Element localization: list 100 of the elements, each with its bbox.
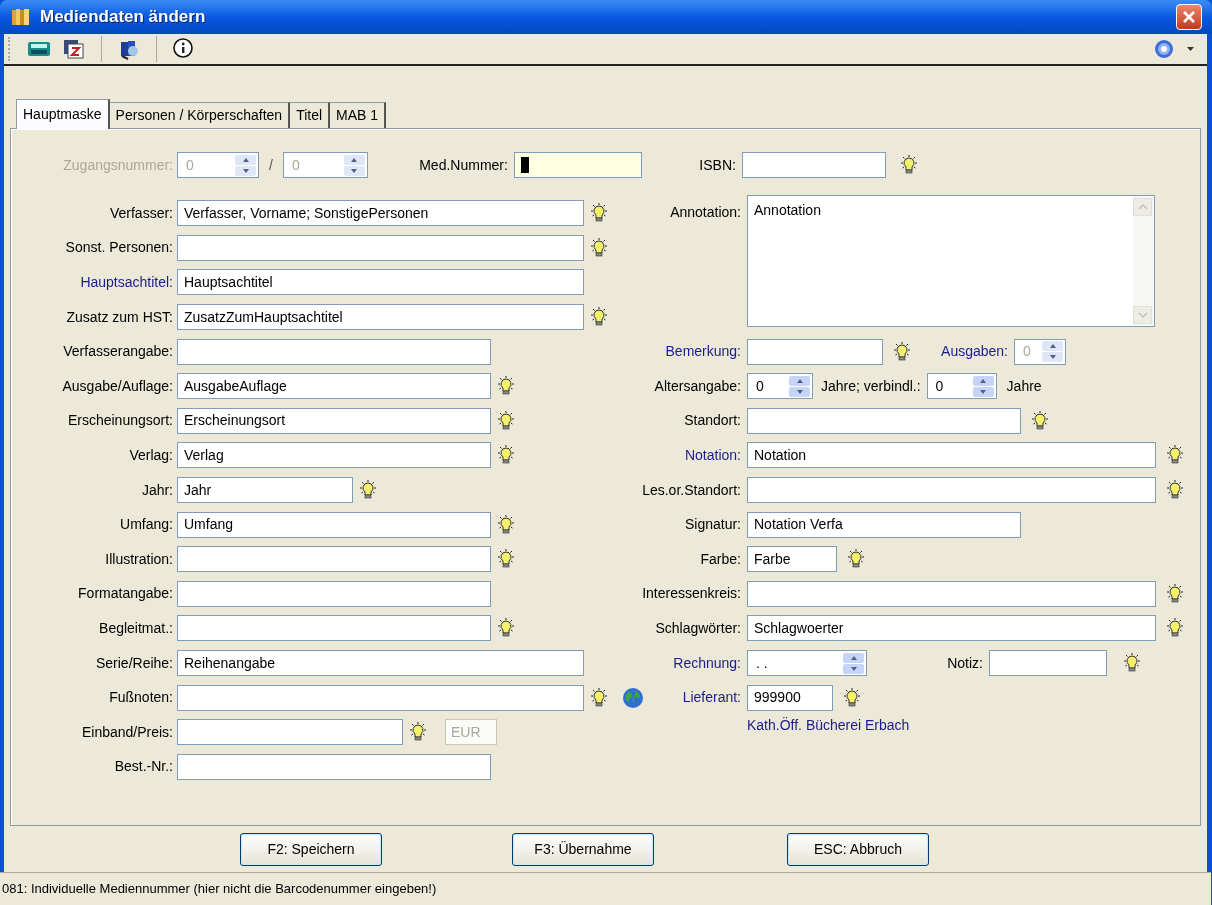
tab[interactable]: MAB 1 [330, 102, 387, 128]
input-field[interactable] [177, 546, 491, 573]
lightbulb-icon[interactable] [590, 203, 608, 224]
field-label: Schlagwörter: [655, 618, 741, 638]
input-field[interactable] [177, 615, 491, 642]
input-field[interactable] [747, 338, 883, 365]
field-label: Illustration: [105, 549, 173, 569]
lightbulb-icon[interactable] [590, 307, 608, 328]
input-field[interactable] [513, 152, 642, 178]
text-cursor [520, 157, 529, 173]
status-text: 081: Individuelle Mediennummer (hier nicht die Barcodenummer eingeben!) [2, 880, 437, 899]
lightbulb-icon[interactable] [1123, 653, 1141, 674]
input-field[interactable] [177, 338, 491, 365]
lightbulb-icon[interactable] [1166, 480, 1184, 501]
input-field[interactable] [747, 477, 1156, 504]
currency-field: EUR [445, 719, 497, 746]
lightbulb-icon[interactable] [843, 687, 861, 708]
globe-icon[interactable] [622, 686, 644, 709]
field-label: Serie/Reihe: [95, 653, 173, 673]
lightbulb-icon[interactable] [497, 410, 515, 431]
field-label: Umfang: [120, 515, 173, 535]
field-label: Rechnung: [673, 653, 741, 673]
input-field[interactable] [747, 407, 1021, 434]
input-field[interactable]: 999900 [747, 684, 833, 711]
field-label: Zugangsnummer: [63, 155, 173, 175]
lightbulb-icon[interactable] [1166, 583, 1184, 604]
books-icon[interactable] [118, 38, 140, 60]
field-label: Les.or.Standort: [642, 480, 741, 500]
lightbulb-icon[interactable] [1166, 445, 1184, 466]
lightbulb-icon[interactable] [899, 155, 918, 175]
field-label: Jahr: [141, 480, 173, 500]
calculator-icon[interactable] [27, 40, 51, 58]
lightbulb-icon[interactable] [1031, 410, 1049, 431]
tab[interactable]: Personen / Körperschaften [109, 102, 291, 128]
field-label: Notiz: [947, 653, 983, 673]
field-label: Verlag: [129, 445, 173, 465]
input-field[interactable] [177, 580, 491, 607]
field-label: Einband/Preis: [81, 722, 173, 742]
field-label: Med.Nummer: [419, 155, 508, 175]
tab[interactable]: Titel [290, 102, 331, 128]
supplier-name: Kath.Öff. Bücherei Erbach [747, 715, 910, 735]
input-field[interactable]: Notation [747, 442, 1156, 469]
input-field[interactable]: Jahr [177, 477, 353, 504]
field-label: Lieferant: [682, 688, 741, 708]
calendar-icon[interactable] [63, 39, 85, 59]
lightbulb-icon[interactable] [497, 618, 515, 639]
books-icon [10, 7, 32, 27]
field-label: Formatangabe: [78, 584, 173, 604]
input-field[interactable]: Verlag [177, 442, 491, 469]
tab[interactable]: Hauptmaske [16, 99, 110, 129]
input-field[interactable]: Erscheinungsort [177, 407, 491, 434]
close-icon [1182, 10, 1196, 24]
field-label: Sonst. Personen: [65, 238, 173, 258]
lightbulb-icon[interactable] [590, 237, 608, 258]
window-title: Mediendaten ändern [40, 6, 206, 29]
input-field[interactable] [177, 753, 491, 780]
input-field[interactable]: AusgabeAuflage [177, 373, 491, 400]
unit-label: Jahre; verbindl.: [821, 376, 921, 396]
lightbulb-icon[interactable] [497, 549, 515, 570]
lightbulb-icon[interactable] [1166, 618, 1184, 639]
field-label: Bemerkung: [665, 342, 741, 362]
field-label: Altersangabe: [654, 376, 741, 396]
field-label: Ausgabe/Auflage: [62, 376, 173, 396]
input-field[interactable] [989, 650, 1107, 677]
help-icon[interactable] [1153, 38, 1175, 60]
unit-label: Jahre [1006, 376, 1042, 396]
field-label: Ausgaben: [941, 342, 1008, 362]
button[interactable]: F3: Übernahme [512, 832, 654, 866]
button[interactable]: F2: Speichern [240, 832, 382, 866]
input-field[interactable] [741, 152, 886, 178]
input-field[interactable] [177, 234, 584, 261]
lightbulb-icon[interactable] [497, 376, 515, 397]
lightbulb-icon[interactable] [359, 480, 377, 501]
lightbulb-icon[interactable] [497, 445, 515, 466]
input-field[interactable] [177, 684, 584, 711]
lightbulb-icon[interactable] [893, 341, 911, 362]
button[interactable]: ESC: Abbruch [787, 832, 929, 866]
lightbulb-icon[interactable] [497, 514, 515, 535]
info-icon[interactable] [171, 37, 195, 61]
input-field[interactable]: Farbe [747, 546, 837, 573]
input-field[interactable]: Verfasser, Vorname; SonstigePersonen [177, 200, 584, 227]
close-button[interactable] [1176, 4, 1202, 30]
input-field[interactable]: Umfang [177, 511, 491, 538]
lightbulb-icon[interactable] [409, 722, 427, 743]
lightbulb-icon[interactable] [590, 687, 608, 708]
field-label: Hauptsachtitel: [80, 273, 173, 292]
input-field[interactable]: Reihenangabe [177, 650, 584, 676]
text-area[interactable]: Annotation [747, 195, 1133, 327]
field-label: Begleitmat.: [99, 618, 173, 638]
caret-icon[interactable] [1187, 46, 1195, 52]
input-field[interactable]: ZusatzZumHauptsachtitel [177, 304, 584, 331]
input-field[interactable]: Notation Verfa [747, 511, 1021, 538]
field-label: Interessenkreis: [642, 584, 741, 604]
input-field[interactable] [747, 580, 1156, 607]
input-field[interactable]: Schlagwoerter [747, 615, 1156, 642]
field-label: Annotation: [670, 203, 741, 222]
lightbulb-icon[interactable] [847, 549, 865, 570]
separator-text: / [269, 155, 273, 175]
input-field[interactable] [177, 719, 403, 746]
input-field[interactable]: Hauptsachtitel [177, 269, 584, 296]
